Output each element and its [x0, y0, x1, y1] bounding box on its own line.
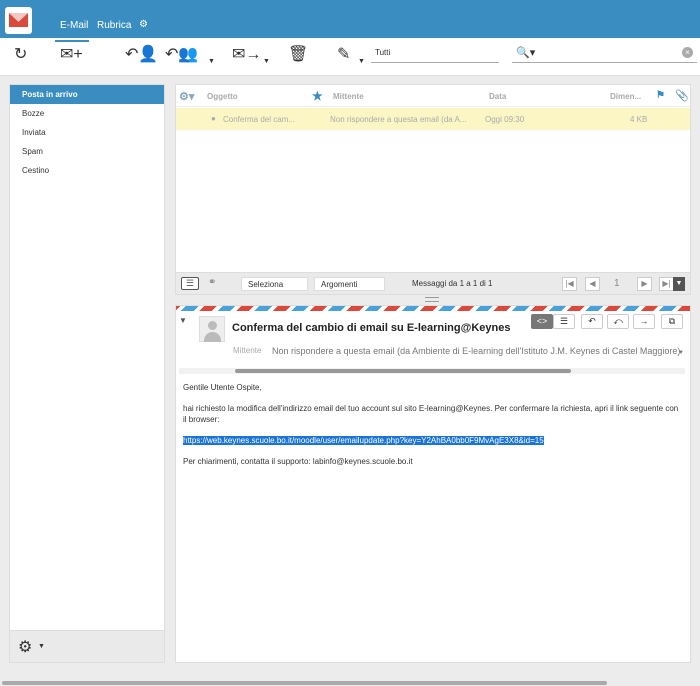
- threads-menu[interactable]: Argomenti: [314, 277, 385, 291]
- reply-all-icon[interactable]: ↶👥: [165, 46, 198, 64]
- nav-mail[interactable]: E-Mail: [60, 20, 88, 31]
- app-logo[interactable]: [5, 7, 32, 34]
- row-date: Oggi 09:30: [485, 115, 525, 124]
- compose-icon[interactable]: ✉+: [60, 46, 83, 64]
- row-subject: Conferma del cam...: [223, 115, 296, 124]
- gear-icon[interactable]: ⚙: [18, 637, 32, 657]
- next-page-icon[interactable]: ▶: [637, 277, 652, 291]
- active-tab-indicator: [55, 40, 89, 42]
- row-size: 4 KB: [630, 115, 648, 124]
- from-label: Mittente: [233, 346, 262, 355]
- forward-icon[interactable]: ✉→: [232, 46, 261, 64]
- search-icon[interactable]: 🔍▾: [516, 46, 535, 59]
- list-header: ⚙▾ Oggetto ★ Mittente Data Dimen... ⚑ 📎: [176, 85, 690, 107]
- chevron-down-icon[interactable]: ▼: [179, 316, 187, 325]
- message-body: Gentile Utente Ospite, hai richiesto la …: [183, 382, 683, 477]
- chevron-down-icon[interactable]: ▼: [678, 350, 684, 356]
- header-size[interactable]: Dimen...: [610, 92, 641, 101]
- chevron-down-icon[interactable]: ▼: [358, 58, 365, 65]
- horizontal-scrollbar[interactable]: [179, 368, 685, 374]
- mark-icon[interactable]: ✎: [337, 46, 350, 64]
- forward-icon[interactable]: →: [633, 314, 655, 329]
- plain-text-icon[interactable]: ☰: [553, 314, 575, 329]
- message-preview: ▼ Conferma del cambio di email su E-lear…: [175, 305, 691, 663]
- close-icon[interactable]: ×: [682, 47, 693, 58]
- chevron-down-icon[interactable]: ▼: [263, 58, 270, 65]
- toolbar: ↻ ✉+ ↶👤 ↶👥 ▼ ✉→ ▼ 🗑 ✎ ▼ Tutti 🔍▾ ×: [0, 38, 700, 76]
- flag-icon[interactable]: ⚑: [656, 90, 665, 101]
- search-input[interactable]: [512, 46, 697, 63]
- chevron-down-icon[interactable]: ▼: [673, 277, 685, 291]
- from-value: Non rispondere a questa email (da Ambien…: [272, 346, 681, 356]
- filter-select[interactable]: Tutti: [375, 48, 390, 57]
- list-options-icon[interactable]: ⚙▾: [179, 90, 194, 103]
- reply-all-icon[interactable]: ⤺: [607, 314, 629, 329]
- attachment-icon[interactable]: 📎: [675, 89, 689, 102]
- reply-icon[interactable]: ↶👤: [125, 46, 158, 64]
- envelope-icon: [9, 13, 28, 27]
- header-subject[interactable]: Oggetto: [207, 92, 238, 101]
- reply-icon[interactable]: ↶: [581, 314, 603, 329]
- popout-icon[interactable]: ⧉: [661, 314, 683, 329]
- html-view-icon[interactable]: <>: [531, 314, 553, 329]
- table-row[interactable]: ● Conferma del cam... Non rispondere a q…: [176, 108, 690, 130]
- chevron-down-icon[interactable]: ▼: [208, 58, 215, 65]
- folder-list: Posta in arrivo Bozze Inviata Spam Cesti…: [9, 84, 165, 663]
- folder-footer: ⚙ ▼: [10, 630, 164, 662]
- refresh-icon[interactable]: ↻: [14, 46, 27, 64]
- thread-icon[interactable]: ⚭: [208, 277, 216, 288]
- row-from: Non rispondere a questa email (da A...: [330, 115, 467, 124]
- folder-trash[interactable]: Cestino: [10, 161, 164, 180]
- airmail-border: [176, 306, 690, 311]
- body-greeting: Gentile Utente Ospite,: [183, 383, 262, 392]
- body-paragraph: Per chiarimenti, contatta il supporto: l…: [183, 457, 413, 466]
- folder-inbox[interactable]: Posta in arrivo: [10, 85, 164, 104]
- header-date[interactable]: Data: [489, 92, 506, 101]
- gear-icon[interactable]: ⚙: [139, 19, 148, 30]
- filter-underline: [371, 62, 499, 63]
- prev-page-icon[interactable]: ◀: [585, 277, 600, 291]
- folder-drafts[interactable]: Bozze: [10, 104, 164, 123]
- message-subject: Conferma del cambio di email su E-learni…: [232, 322, 511, 334]
- first-page-icon[interactable]: |◀: [562, 277, 577, 291]
- last-page-icon[interactable]: ▶|: [659, 277, 674, 291]
- unread-dot-icon[interactable]: ●: [211, 114, 216, 123]
- message-count: Messaggi da 1 a 1 di 1: [412, 279, 493, 288]
- message-list: ⚙▾ Oggetto ★ Mittente Data Dimen... ⚑ 📎 …: [175, 84, 691, 295]
- page-scrollbar[interactable]: [2, 681, 607, 685]
- top-bar: E-Mail Rubrica ⚙: [0, 0, 700, 38]
- header-from[interactable]: Mittente: [333, 92, 364, 101]
- nav-contacts[interactable]: Rubrica: [97, 20, 131, 31]
- list-footer: ☰ ⚭ Seleziona Argomenti Messaggi da 1 a …: [176, 272, 690, 294]
- avatar: [199, 316, 225, 342]
- star-icon[interactable]: ★: [312, 89, 323, 103]
- chevron-down-icon[interactable]: ▼: [38, 643, 45, 650]
- delete-icon[interactable]: 🗑: [288, 46, 308, 64]
- folder-spam[interactable]: Spam: [10, 142, 164, 161]
- body-paragraph: hai richiesto la modifica dell'indirizzo…: [183, 404, 679, 424]
- pane-splitter[interactable]: [425, 297, 439, 302]
- confirmation-link[interactable]: https://web.keynes.scuole.bo.it/moodle/u…: [183, 436, 544, 445]
- select-menu[interactable]: Seleziona: [241, 277, 308, 291]
- folder-sent[interactable]: Inviata: [10, 123, 164, 142]
- page-number: 1: [614, 278, 620, 289]
- list-view-icon[interactable]: ☰: [181, 277, 199, 290]
